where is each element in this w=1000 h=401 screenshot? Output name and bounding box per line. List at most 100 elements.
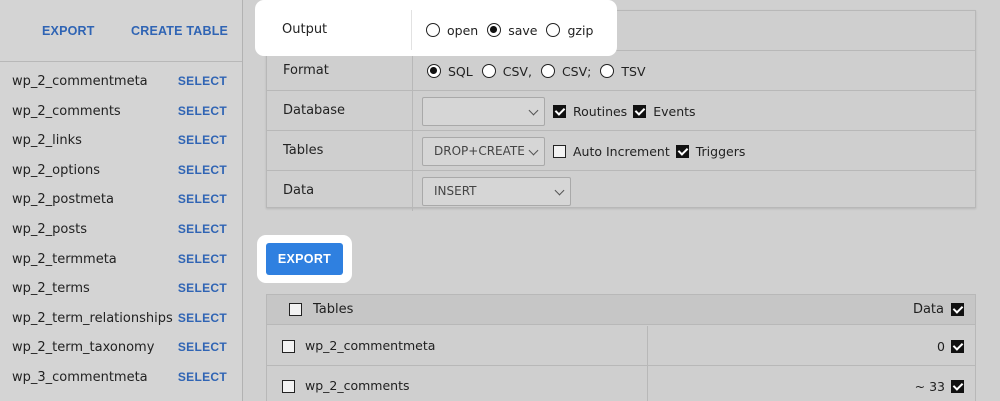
database-row: Database Routines Events	[267, 91, 975, 131]
tables-select[interactable]: DROP+CREATE	[422, 136, 545, 166]
tables-select-value: DROP+CREATE	[434, 143, 525, 158]
sidebar-table-row: wp_2_terms SELECT	[0, 274, 242, 304]
output-open-radio[interactable]	[426, 23, 440, 37]
sidebar-select-link[interactable]: SELECT	[178, 340, 227, 354]
sidebar-table-name[interactable]: wp_2_term_taxonomy	[12, 340, 154, 355]
format-sql-label[interactable]: SQL	[448, 64, 473, 79]
sidebar-table-row: wp_2_options SELECT	[0, 156, 242, 186]
sidebar-select-link[interactable]: SELECT	[178, 311, 227, 325]
format-sql-radio[interactable]	[427, 64, 441, 78]
output-row: Output open save gzip	[266, 10, 609, 50]
data-checkbox[interactable]	[951, 340, 964, 353]
format-csv-semicolon-radio[interactable]	[540, 64, 555, 78]
select-all-tables-checkbox[interactable]	[289, 303, 302, 316]
sidebar-select-link[interactable]: SELECT	[178, 192, 227, 206]
routines-label[interactable]: Routines	[573, 104, 627, 119]
routines-checkbox[interactable]	[553, 104, 566, 118]
row-divider	[412, 91, 413, 130]
row-divider	[412, 131, 413, 170]
sidebar-table-row: wp_2_comments SELECT	[0, 97, 242, 127]
events-checkbox[interactable]	[633, 104, 647, 118]
sidebar-table-row: wp_2_termmeta SELECT	[0, 245, 242, 275]
sidebar-table-name[interactable]: wp_2_term_relationships	[12, 311, 173, 326]
table-row: wp_2_comments ~ 33	[267, 366, 975, 401]
data-row: Data INSERT	[267, 171, 975, 211]
database-label: Database	[283, 103, 346, 118]
tables-list-panel: Tables Data wp_2_commentmeta 0 wp_2_comm…	[266, 294, 976, 401]
sidebar-select-link[interactable]: SELECT	[178, 74, 227, 88]
row-count: ~ 33	[914, 379, 945, 394]
sidebar-table-name[interactable]: wp_2_options	[12, 163, 100, 178]
triggers-label[interactable]: Triggers	[696, 144, 746, 159]
output-label: Output	[282, 22, 328, 37]
sidebar-select-link[interactable]: SELECT	[178, 281, 227, 295]
sidebar-table-name[interactable]: wp_2_posts	[12, 222, 87, 237]
sidebar-table-row: wp_2_posts SELECT	[0, 215, 242, 245]
data-header-label[interactable]: Data	[913, 302, 944, 317]
output-options: open save gzip	[426, 10, 602, 50]
export-button[interactable]: EXPORT	[266, 243, 343, 275]
format-tsv-radio[interactable]	[600, 64, 615, 78]
sidebar-table-name[interactable]: wp_2_terms	[12, 281, 90, 296]
tables-row: Tables DROP+CREATE Auto Increment Trigge…	[267, 131, 975, 171]
data-checkbox[interactable]	[951, 380, 964, 393]
tables-header-label[interactable]: Tables	[313, 302, 353, 317]
format-csv-comma-label[interactable]: CSV,	[503, 64, 532, 79]
data-label: Data	[283, 183, 315, 198]
table-checkbox[interactable]	[282, 340, 295, 353]
format-csv-semicolon-label[interactable]: CSV;	[562, 64, 591, 79]
sidebar-table-name[interactable]: wp_2_comments	[12, 104, 121, 119]
triggers-checkbox[interactable]	[675, 144, 689, 158]
output-save-label[interactable]: save	[508, 23, 537, 38]
events-label[interactable]: Events	[653, 104, 695, 119]
row-divider	[411, 10, 412, 50]
sidebar-table-row: wp_2_term_taxonomy SELECT	[0, 333, 242, 363]
sidebar-select-link[interactable]: SELECT	[178, 104, 227, 118]
sidebar-table-name[interactable]: wp_2_commentmeta	[12, 74, 148, 89]
database-options: Routines Events	[422, 91, 705, 131]
sidebar-actions: EXPORT CREATE TABLE	[0, 0, 242, 62]
data-select-value: INSERT	[434, 183, 477, 198]
chevron-down-icon	[554, 185, 565, 195]
output-open-label[interactable]: open	[447, 23, 478, 38]
chevron-down-icon	[528, 105, 539, 115]
row-count: 0	[937, 339, 945, 354]
sidebar-table-name[interactable]: wp_2_postmeta	[12, 192, 114, 207]
sidebar-select-link[interactable]: SELECT	[178, 222, 227, 236]
auto-increment-label[interactable]: Auto Increment	[573, 144, 670, 159]
data-options: INSERT	[422, 171, 571, 211]
sidebar-create-table-link[interactable]: CREATE TABLE	[131, 24, 228, 38]
sidebar-select-link[interactable]: SELECT	[178, 163, 227, 177]
auto-increment-checkbox[interactable]	[553, 144, 566, 158]
tables-options: DROP+CREATE Auto Increment Triggers	[422, 131, 754, 171]
sidebar-table-name[interactable]: wp_2_termmeta	[12, 252, 117, 267]
format-csv-comma-radio[interactable]	[481, 64, 496, 78]
tables-label: Tables	[283, 143, 324, 158]
sidebar: EXPORT CREATE TABLE wp_2_commentmeta SEL…	[0, 0, 243, 401]
format-label: Format	[283, 63, 329, 78]
cell-divider	[647, 366, 648, 401]
sidebar-select-link[interactable]: SELECT	[178, 370, 227, 384]
table-name[interactable]: wp_2_comments	[305, 378, 410, 393]
format-row: Format SQL CSV, CSV; TSV	[267, 51, 975, 91]
sidebar-table-row: wp_2_postmeta SELECT	[0, 185, 242, 215]
format-tsv-label[interactable]: TSV	[621, 64, 645, 79]
output-gzip-label[interactable]: gzip	[567, 23, 593, 38]
sidebar-table-name[interactable]: wp_3_commentmeta	[12, 370, 148, 385]
table-checkbox[interactable]	[282, 380, 295, 393]
table-row: wp_2_commentmeta 0	[267, 326, 975, 366]
select-all-data-checkbox[interactable]	[951, 303, 964, 316]
sidebar-select-link[interactable]: SELECT	[178, 133, 227, 147]
sidebar-select-link[interactable]: SELECT	[178, 252, 227, 266]
output-gzip-radio[interactable]	[546, 23, 561, 37]
sidebar-export-link[interactable]: EXPORT	[42, 24, 95, 38]
table-name[interactable]: wp_2_commentmeta	[305, 338, 435, 353]
sidebar-table-row: wp_2_links SELECT	[0, 126, 242, 156]
sidebar-table-name[interactable]: wp_2_links	[12, 133, 82, 148]
database-select[interactable]	[422, 96, 545, 126]
data-select[interactable]: INSERT	[422, 176, 571, 206]
sidebar-table-row: wp_2_term_relationships SELECT	[0, 304, 242, 334]
output-save-radio[interactable]	[487, 23, 502, 37]
format-options: SQL CSV, CSV; TSV	[427, 51, 655, 91]
sidebar-table-list: wp_2_commentmeta SELECT wp_2_comments SE…	[0, 67, 242, 393]
